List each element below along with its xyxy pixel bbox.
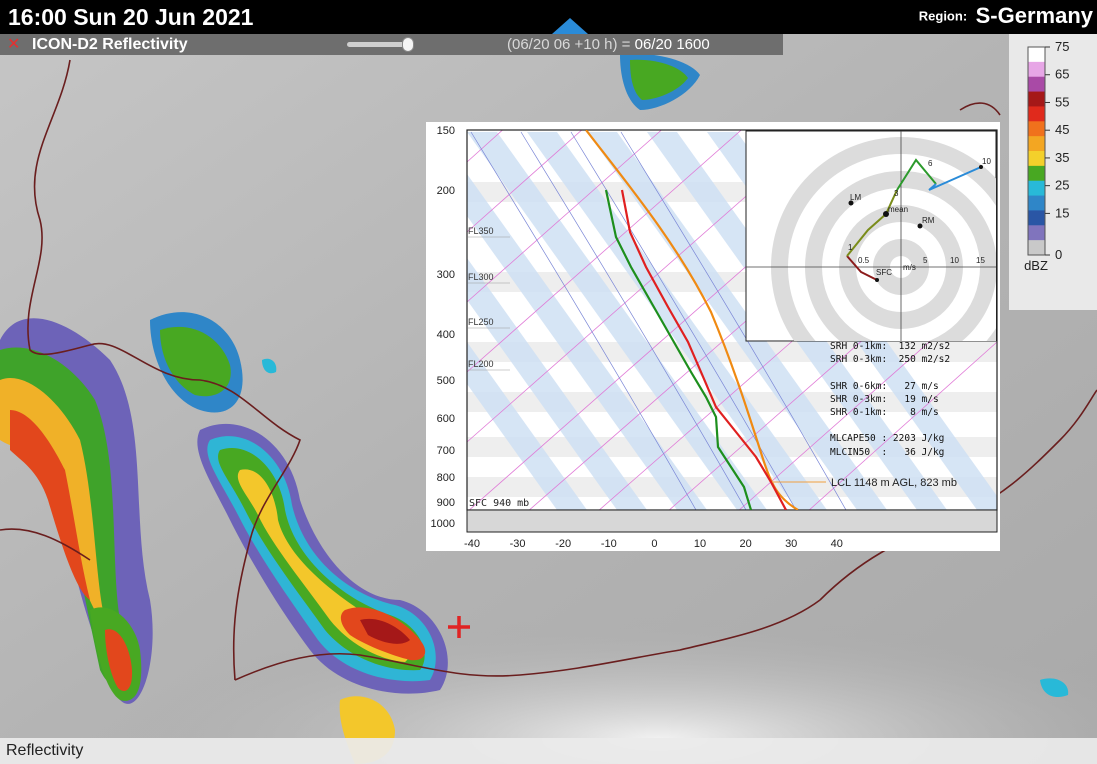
legend-color-13: [1028, 240, 1045, 256]
legend-color-4: [1028, 106, 1045, 122]
hodo-point-3: 3: [894, 189, 899, 198]
temperature-label: 30: [785, 538, 797, 550]
pressure-label: 200: [437, 185, 455, 197]
valid-datetime: 16:00 Sun 20 Jun 2021: [8, 4, 254, 30]
hodo-ring-label-3: 15: [976, 256, 985, 265]
skew-t-diagram: 1502003004005006007008009001000 FL350FL3…: [431, 125, 998, 550]
layer-name: ICON-D2 Reflectivity: [32, 36, 188, 53]
footer-layer-label: Reflectivity: [6, 742, 84, 759]
temperature-label: 40: [831, 538, 843, 550]
region-value[interactable]: S-Germany: [976, 3, 1093, 28]
hodo-point-1: 1: [848, 243, 853, 252]
legend-unit: dBZ: [1024, 258, 1048, 273]
pressure-label: 300: [437, 269, 455, 281]
legend-color-2: [1028, 76, 1045, 93]
top-bar: 16:00 Sun 20 Jun 2021 Region: S-Germany: [0, 0, 1097, 34]
legend-color-6: [1028, 136, 1045, 152]
temperature-label: -40: [464, 538, 480, 550]
hodo-mean-label: mean: [888, 205, 908, 214]
collapse-arrow-icon[interactable]: [552, 18, 588, 34]
hodo-point-6: 6: [928, 159, 933, 168]
pressure-label: 900: [437, 497, 455, 509]
legend-color-11: [1028, 210, 1045, 226]
pressure-label: 800: [437, 472, 455, 484]
legend-color-10: [1028, 195, 1045, 211]
legend-color-3: [1028, 91, 1045, 107]
legend-tick-label: 45: [1055, 122, 1069, 137]
close-layer-icon[interactable]: ✕: [7, 34, 20, 55]
region-selector[interactable]: Region: S-Germany: [919, 3, 1093, 29]
hodo-sfc-label: SFC: [876, 268, 892, 277]
temperature-label: 10: [694, 538, 706, 550]
legend-color-12: [1028, 225, 1045, 241]
legend-color-7: [1028, 151, 1045, 167]
time-slider-handle[interactable]: [402, 37, 414, 52]
pressure-label: 700: [437, 445, 455, 457]
valid-time: 06/20 1600: [634, 36, 710, 53]
hodo-rm-label: RM: [922, 216, 935, 225]
legend-color-9: [1028, 180, 1045, 197]
region-label: Region:: [918, 8, 968, 24]
legend-tick-label: 25: [1055, 178, 1069, 193]
flight-level-label: FL350: [468, 226, 494, 236]
legend-scale: 75 65 55 45 35 25 15 0 dBZ: [1024, 39, 1069, 273]
flight-level-label: FL300: [468, 272, 494, 282]
temperature-label: -20: [555, 538, 571, 550]
temperature-label: -30: [510, 538, 526, 550]
hodo-ring-label-1: 5: [923, 256, 928, 265]
hodo-unit-label: m/s: [903, 263, 916, 272]
legend-color-5: [1028, 121, 1045, 137]
pressure-label: 1000: [431, 518, 455, 530]
bottom-bar: Reflectivity: [0, 738, 1097, 764]
flight-level-label: FL250: [468, 317, 494, 327]
pressure-label: 150: [437, 125, 455, 137]
legend-tick-label: 55: [1055, 94, 1069, 109]
pressure-label: 500: [437, 375, 455, 387]
pressure-label: 600: [437, 413, 455, 425]
hodo-lm-label: LM: [850, 193, 861, 202]
dbz-legend: 75 65 55 45 35 25 15 0 dBZ: [1009, 34, 1097, 310]
legend-color-1: [1028, 61, 1045, 78]
legend-tick-label: 0: [1055, 247, 1062, 262]
time-info: (06/20 06 +10 h) = 06/20 1600: [507, 34, 710, 55]
legend-tick-label: 35: [1055, 150, 1069, 165]
sounding-indices: SRH 0-1km: 132 m2/s2 SRH 0-3km: 250 m2/s…: [830, 341, 951, 458]
sounding-panel[interactable]: 150 200 300 400 500 600 700 800 900 1000 FL350 FL3…: [426, 122, 1000, 551]
hodo-point-10: 10: [982, 157, 991, 166]
lcl-label: LCL 1148 m AGL, 823 mb: [831, 477, 957, 489]
legend-color-0: [1028, 47, 1045, 63]
temperature-label: -10: [601, 538, 617, 550]
hodo-ring-label-0: 0.5: [858, 256, 870, 265]
temperature-label: 0: [651, 538, 657, 550]
legend-tick-label: 15: [1055, 205, 1069, 220]
sounding-location-marker[interactable]: [446, 614, 472, 640]
legend-tick-label: 65: [1055, 67, 1069, 82]
pressure-label: 400: [437, 329, 455, 341]
hodo-ring-label-2: 10: [950, 256, 959, 265]
run-info: (06/20 06 +10 h) =: [507, 36, 631, 53]
flight-level-label: FL200: [468, 359, 494, 369]
legend-color-8: [1028, 165, 1045, 182]
legend-tick-label: 75: [1055, 39, 1069, 54]
temperature-label: 20: [739, 538, 751, 550]
sfc-label: SFC 940 mb: [469, 498, 529, 509]
layer-bar: ✕ ICON-D2 Reflectivity (06/20 06 +10 h) …: [0, 34, 783, 55]
